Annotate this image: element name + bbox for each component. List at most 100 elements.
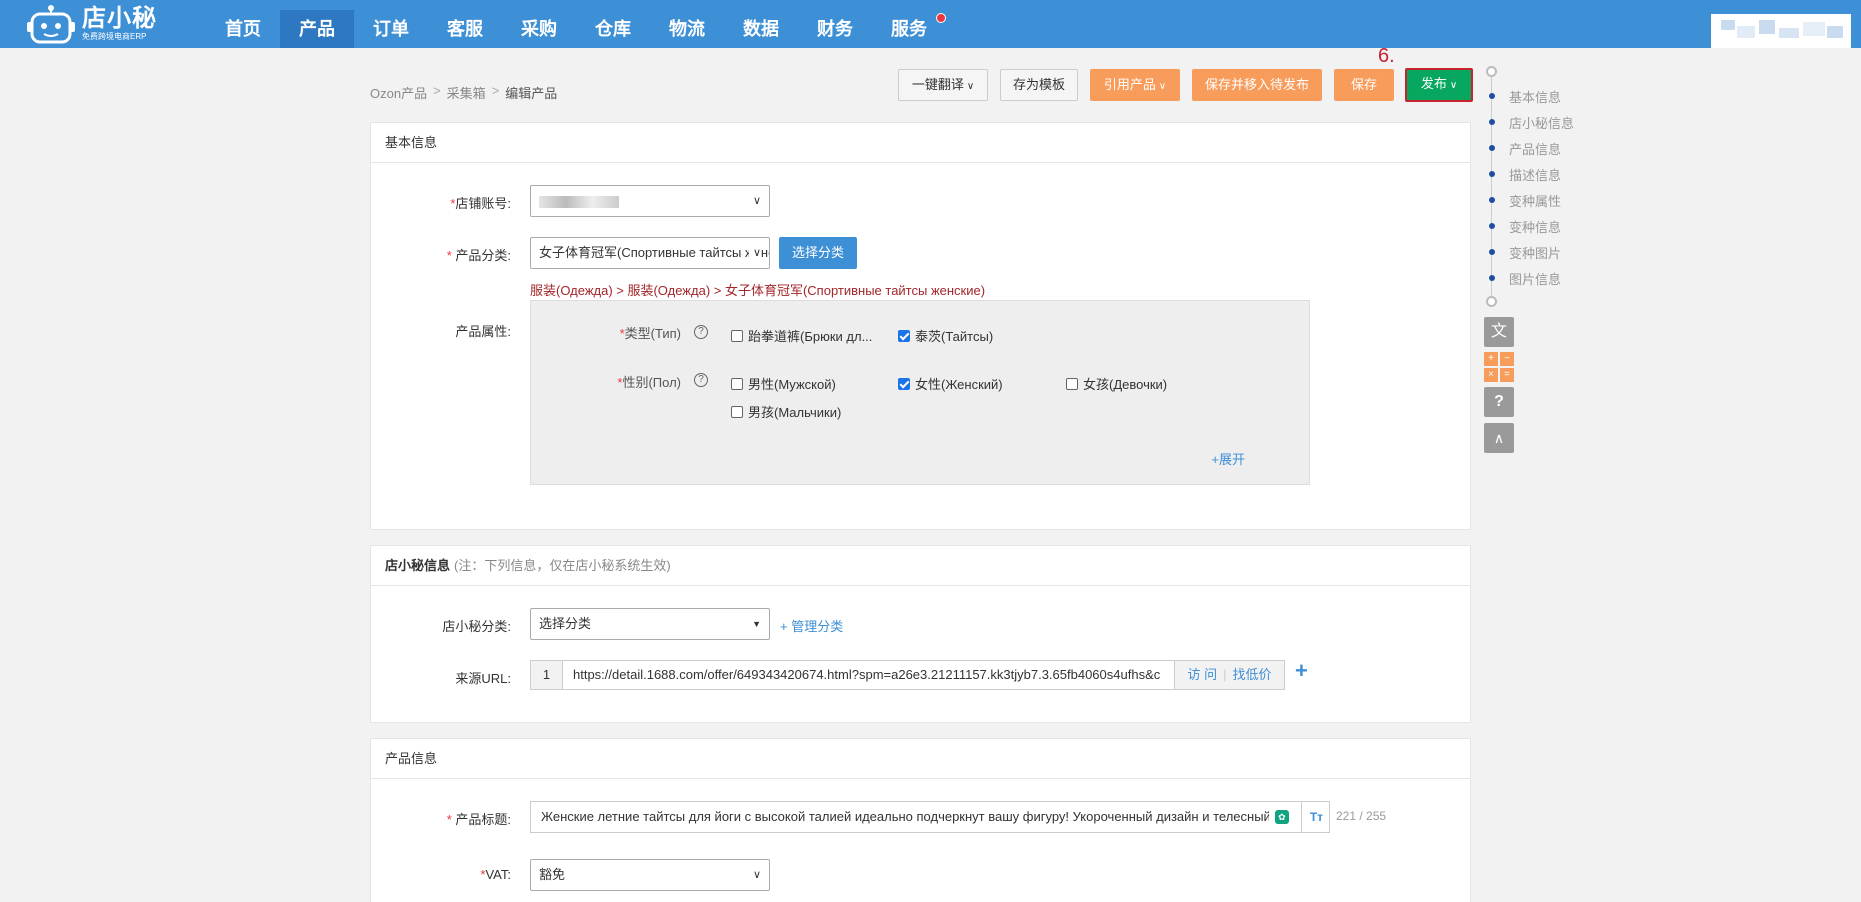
anchor-image-info[interactable]: 图片信息 [1484,268,1561,288]
type-option-label: 跆拳道裤(Брюки дл... [748,329,873,344]
find-low-price-link[interactable]: 找低价 [1233,667,1272,682]
url-index: 1 [531,661,563,689]
anchor-dot [1489,275,1495,281]
gender-option-boys[interactable]: 男孩(Мальчики) [731,402,841,421]
shop-account-select[interactable]: ∨ [530,185,770,217]
main-nav: 首页 产品 订单 客服 采购 仓库 物流 数据 财务 服务 [206,10,946,48]
add-url-button[interactable]: + [1295,658,1308,684]
breadcrumb-ozon-products[interactable]: Ozon产品 [370,83,427,102]
checkbox[interactable] [1066,377,1078,390]
back-to-top-icon[interactable]: ∧ [1484,423,1514,453]
text-case-icon[interactable]: Tт [1300,802,1323,832]
gender-option-label: 男性(Мужской) [748,377,836,392]
logo-name: 店小秘 [82,5,157,32]
vat-label-text: VAT: [485,867,511,882]
nav-item-purchasing[interactable]: 采购 [502,10,576,48]
dxm-category-label: 店小秘分类: [442,619,511,634]
cite-product-button[interactable]: 引用产品 ∨ [1090,69,1180,101]
anchor-variant-info[interactable]: 变种信息 [1484,216,1561,236]
blurred-username-4 [1779,28,1799,38]
help-circle-icon[interactable]: ? [694,325,708,339]
publish-button[interactable]: 发布 ∨ [1405,68,1473,102]
calculator-icon[interactable]: + − × = [1484,352,1514,382]
nav-item-logistics[interactable]: 物流 [650,10,724,48]
breadcrumb-collection-box[interactable]: 采集箱 [447,83,486,102]
gender-option-female[interactable]: 女性(Женский) [898,374,1003,393]
help-circle-icon[interactable]: ? [694,373,708,387]
anchor-basic-info[interactable]: 基本信息 [1484,86,1561,106]
checkbox[interactable] [731,405,743,418]
anchor-description-info[interactable]: 描述信息 [1484,164,1561,184]
basic-info-panel: 基本信息 *店铺账号: ∨ * 产品分类: 女子体育冠军(Спортивные … [370,122,1471,530]
nav-item-data[interactable]: 数据 [724,10,798,48]
nav-item-warehouse[interactable]: 仓库 [576,10,650,48]
gender-option-label: 女性(Женский) [915,377,1003,392]
type-option-tights[interactable]: 泰茨(Тайтсы) [898,326,993,345]
blurred-username [1721,20,1735,30]
anchor-label: 店小秘信息 [1509,115,1575,131]
ai-assistant-icon[interactable]: ✿ [1274,810,1289,824]
nav-item-finance[interactable]: 财务 [798,10,872,48]
save-template-button[interactable]: 存为模板 [1000,69,1078,101]
nav-item-home[interactable]: 首页 [206,10,280,48]
step-annotation: 6. [1378,45,1395,67]
select-category-button[interactable]: 选择分类 [779,237,857,269]
source-url-group: 1 https://detail.1688.com/offer/64934342… [530,660,1285,690]
breadcrumb-separator: > [433,83,441,98]
chevron-down-icon: ∨ [752,195,761,207]
blurred-username-3 [1759,20,1775,34]
product-info-panel: 产品信息 * 产品标题: Женские летние тайтсы для й… [370,738,1471,902]
type-attr-label: *类型(Тип) [531,323,681,342]
translate-button-label: 一键翻译 [911,77,964,92]
product-title-label-text: 产品标题: [455,812,511,827]
save-and-move-button[interactable]: 保存并移入待发布 [1192,69,1322,101]
translate-button[interactable]: 一键翻译 ∨ [898,69,988,101]
anchor-dot [1489,223,1495,229]
checkbox[interactable] [731,329,743,342]
user-account-box[interactable] [1711,14,1851,48]
product-title-input[interactable]: Женские летние тайтсы для йоги с высокой… [530,801,1330,833]
category-select[interactable]: 女子体育冠军(Спортивные тайтсы женские) ∨ [530,237,770,269]
robot-logo-icon [26,4,76,44]
checkbox-checked[interactable] [898,329,910,342]
cite-product-label: 引用产品 [1103,77,1156,92]
help-icon[interactable]: ? [1484,387,1514,417]
manage-category-link[interactable]: + 管理分类 [780,616,843,635]
nav-item-services[interactable]: 服务 [872,10,946,48]
anchor-dot [1489,171,1495,177]
translate-tool-icon[interactable]: 文 [1484,317,1514,347]
anchor-label: 图片信息 [1509,271,1562,287]
shop-account-label: *店铺账号: [371,193,511,212]
logo[interactable]: 店小秘 免费跨境电商ERP [26,2,157,46]
product-info-header: 产品信息 [371,739,1470,779]
anchor-variant-images[interactable]: 变种图片 [1484,242,1561,262]
nav-item-orders[interactable]: 订单 [354,10,428,48]
checkbox[interactable] [731,377,743,390]
checkbox-checked[interactable] [898,377,910,390]
product-attrs-label: 产品属性: [455,324,511,339]
gender-option-girls[interactable]: 女孩(Девочки) [1066,374,1167,393]
vat-select[interactable]: 豁免 ∨ [530,859,770,891]
anchor-dxm-info[interactable]: 店小秘信息 [1484,112,1574,132]
gender-option-male[interactable]: 男性(Мужской) [731,374,836,393]
anchor-label: 变种图片 [1509,245,1562,261]
save-button[interactable]: 保存 [1334,69,1394,101]
dxm-category-select[interactable]: 选择分类 ▼ [530,608,770,640]
anchor-dot [1489,93,1495,99]
anchor-start-circle [1486,66,1497,77]
nav-item-products[interactable]: 产品 [280,10,354,48]
source-url-input[interactable]: https://detail.1688.com/offer/6493434206… [563,661,1174,689]
visit-link[interactable]: 访 问 [1187,667,1217,682]
anchor-label: 基本信息 [1509,89,1562,105]
type-option-taekwondo-pants[interactable]: 跆拳道裤(Брюки дл... [731,326,872,345]
calc-equals: = [1500,368,1514,382]
vat-label: *VAT: [371,867,511,882]
nav-item-customer-service[interactable]: 客服 [428,10,502,48]
anchor-variant-attrs[interactable]: 变种属性 [1484,190,1561,210]
anchor-label: 产品信息 [1509,141,1562,157]
calc-plus: + [1484,352,1498,366]
anchor-product-info[interactable]: 产品信息 [1484,138,1561,158]
anchor-dot [1489,145,1495,151]
breadcrumb-edit-product: 编辑产品 [505,86,558,101]
expand-attributes-link[interactable]: +展开 [1211,449,1245,468]
